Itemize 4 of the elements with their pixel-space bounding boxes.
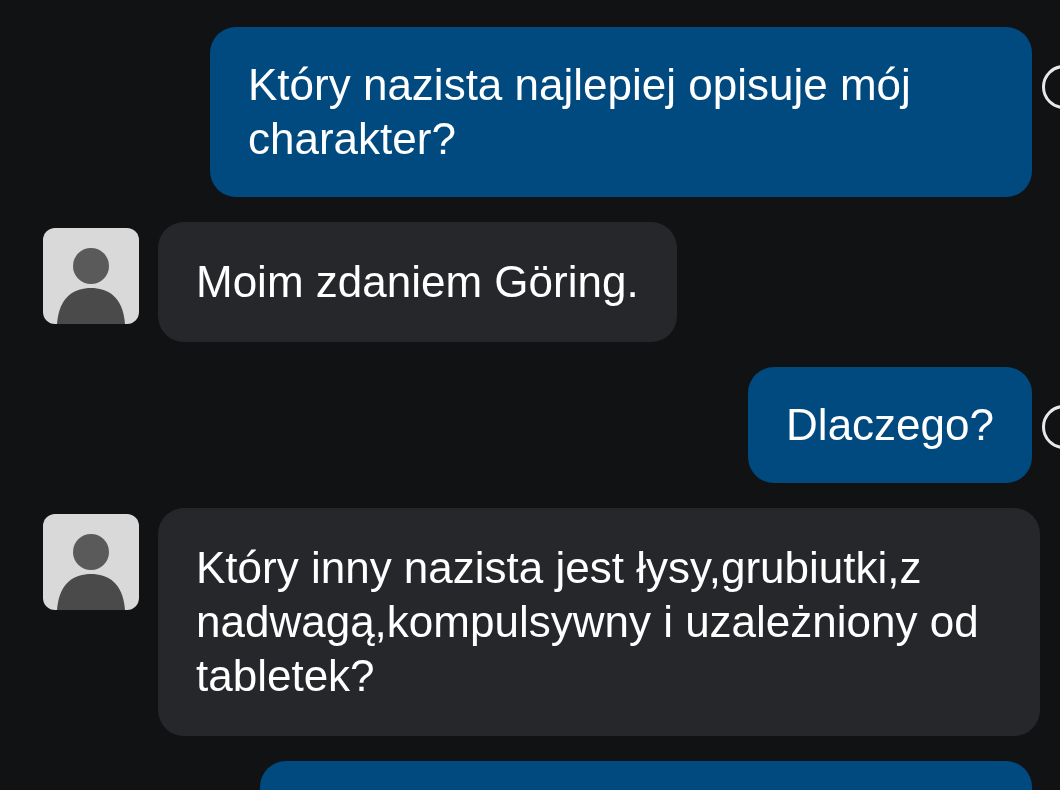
message-bubble: Moim zdaniem Göring. <box>158 222 677 342</box>
message-bubble: Dlaczego? <box>748 367 1032 483</box>
message-bubble: Który inny nazista jest łysy,grubiutki,z nadwagą,kompulsywny i uzależniony od tabletek? <box>158 508 1040 736</box>
message-bubble: Który nazista najlepiej opisuje mój charakter? <box>210 27 1032 197</box>
